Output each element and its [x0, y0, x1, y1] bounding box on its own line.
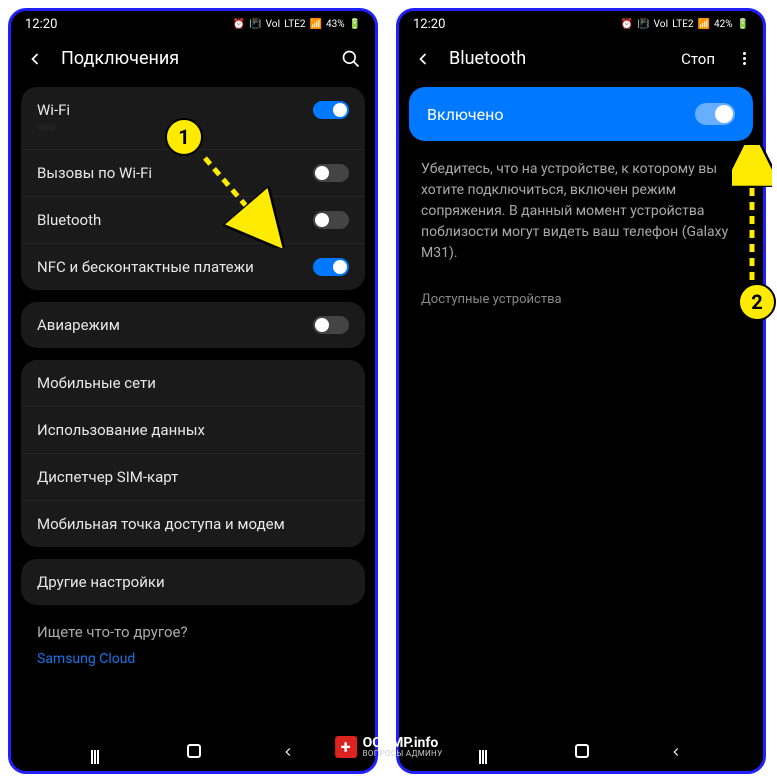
bluetooth-master-toggle[interactable]	[695, 103, 735, 125]
row-sim-manager[interactable]: Диспетчер SIM-карт	[21, 454, 365, 501]
battery-text: 42%	[714, 19, 733, 30]
nav-back-button[interactable]	[281, 744, 295, 758]
airplane-toggle[interactable]	[313, 316, 349, 334]
bluetooth-info-text: Убедитесь, что на устройстве, к которому…	[399, 159, 763, 264]
search-prompt-text: Ищете что-то другое?	[21, 617, 365, 645]
nav-recent-button[interactable]	[479, 750, 495, 752]
status-time: 12:20	[25, 17, 57, 32]
nfc-toggle[interactable]	[313, 258, 349, 276]
battery-text: 43%	[326, 19, 345, 30]
wifi-toggle[interactable]	[313, 101, 349, 119]
mobile-networks-label: Мобильные сети	[37, 374, 156, 392]
watermark-icon: +	[335, 736, 357, 758]
wifi-network: ——	[37, 121, 56, 135]
group-other: Другие настройки	[21, 559, 365, 605]
wifi-calling-toggle[interactable]	[313, 164, 349, 182]
available-devices-label: Доступные устройства	[399, 264, 763, 307]
battery-icon: 🔋	[349, 19, 361, 30]
row-mobile-networks[interactable]: Мобильные сети	[21, 360, 365, 407]
enabled-label: Включено	[427, 105, 503, 124]
data-usage-label: Использование данных	[37, 421, 205, 439]
group-wireless: Wi-Fi —— Вызовы по Wi-Fi Bluetooth NFC и…	[21, 87, 365, 290]
row-airplane[interactable]: Авиарежим	[21, 302, 365, 348]
signal-icon: 📶	[310, 19, 322, 30]
airplane-label: Авиарежим	[37, 316, 120, 334]
row-nfc[interactable]: NFC и бесконтактные платежи	[21, 244, 365, 290]
nav-recent-button[interactable]	[91, 750, 107, 752]
row-hotspot[interactable]: Мобильная точка доступа и модем	[21, 501, 365, 547]
back-icon[interactable]	[25, 49, 45, 69]
nfc-label: NFC и бесконтактные платежи	[37, 258, 254, 276]
alarm-icon: ⏰	[233, 19, 245, 30]
annotation-badge-2: 2	[738, 283, 776, 321]
watermark-main: OCOMP.info	[363, 736, 443, 750]
row-wifi-calling[interactable]: Вызовы по Wi-Fi	[21, 150, 365, 197]
bluetooth-enabled-row[interactable]: Включено	[409, 87, 753, 141]
samsung-cloud-link[interactable]: Samsung Cloud	[21, 645, 365, 673]
nav-home-button[interactable]	[187, 744, 201, 758]
vibrate-icon: 📳	[249, 19, 261, 30]
volte-icon: VoI	[266, 19, 281, 30]
nav-bar	[399, 731, 763, 771]
phone-bluetooth: 12:20 ⏰ 📳 VoI LTE2 📶 42% 🔋 Bluetooth Сто…	[396, 8, 766, 774]
page-title: Подключения	[61, 48, 325, 69]
stop-button[interactable]: Стоп	[681, 50, 715, 68]
vibrate-icon: 📳	[637, 19, 649, 30]
group-airplane: Авиарежим	[21, 302, 365, 348]
header: Подключения	[11, 36, 375, 87]
settings-content: Wi-Fi —— Вызовы по Wi-Fi Bluetooth NFC и…	[11, 87, 375, 673]
lte-icon: LTE2	[284, 19, 305, 30]
group-mobile: Мобильные сети Использование данных Дисп…	[21, 360, 365, 547]
search-icon[interactable]	[341, 49, 361, 69]
alarm-icon: ⏰	[621, 19, 633, 30]
volte-icon: VoI	[654, 19, 669, 30]
wifi-calling-label: Вызовы по Wi-Fi	[37, 164, 152, 182]
hotspot-label: Мобильная точка доступа и модем	[37, 515, 285, 533]
back-icon[interactable]	[413, 49, 433, 69]
wifi-label: Wi-Fi	[37, 101, 70, 119]
status-time: 12:20	[413, 17, 445, 32]
bluetooth-toggle[interactable]	[313, 211, 349, 229]
other-settings-label: Другие настройки	[37, 573, 165, 591]
more-icon[interactable]	[743, 52, 749, 65]
watermark-sub: ВОПРОСЫ АДМИНУ	[363, 750, 443, 758]
signal-icon: 📶	[698, 19, 710, 30]
sim-label: Диспетчер SIM-карт	[37, 468, 178, 486]
bluetooth-label: Bluetooth	[37, 211, 101, 229]
status-bar: 12:20 ⏰ 📳 VoI LTE2 📶 43% 🔋	[11, 11, 375, 36]
status-indicators: ⏰ 📳 VoI LTE2 📶 43% 🔋	[233, 19, 361, 30]
watermark: + OCOMP.info ВОПРОСЫ АДМИНУ	[335, 736, 443, 758]
nav-back-button[interactable]	[669, 744, 683, 758]
row-other-settings[interactable]: Другие настройки	[21, 559, 365, 605]
battery-icon: 🔋	[737, 19, 749, 30]
header: Bluetooth Стоп	[399, 36, 763, 87]
lte-icon: LTE2	[672, 19, 693, 30]
annotation-arrow-1	[195, 148, 285, 248]
status-bar: 12:20 ⏰ 📳 VoI LTE2 📶 42% 🔋	[399, 11, 763, 36]
annotation-arrow-2	[732, 145, 772, 295]
status-indicators: ⏰ 📳 VoI LTE2 📶 42% 🔋	[621, 19, 749, 30]
page-title: Bluetooth	[449, 48, 665, 69]
annotation-badge-1: 1	[165, 118, 203, 156]
row-data-usage[interactable]: Использование данных	[21, 407, 365, 454]
nav-bar	[11, 731, 375, 771]
nav-home-button[interactable]	[575, 744, 589, 758]
row-bluetooth[interactable]: Bluetooth	[21, 197, 365, 244]
